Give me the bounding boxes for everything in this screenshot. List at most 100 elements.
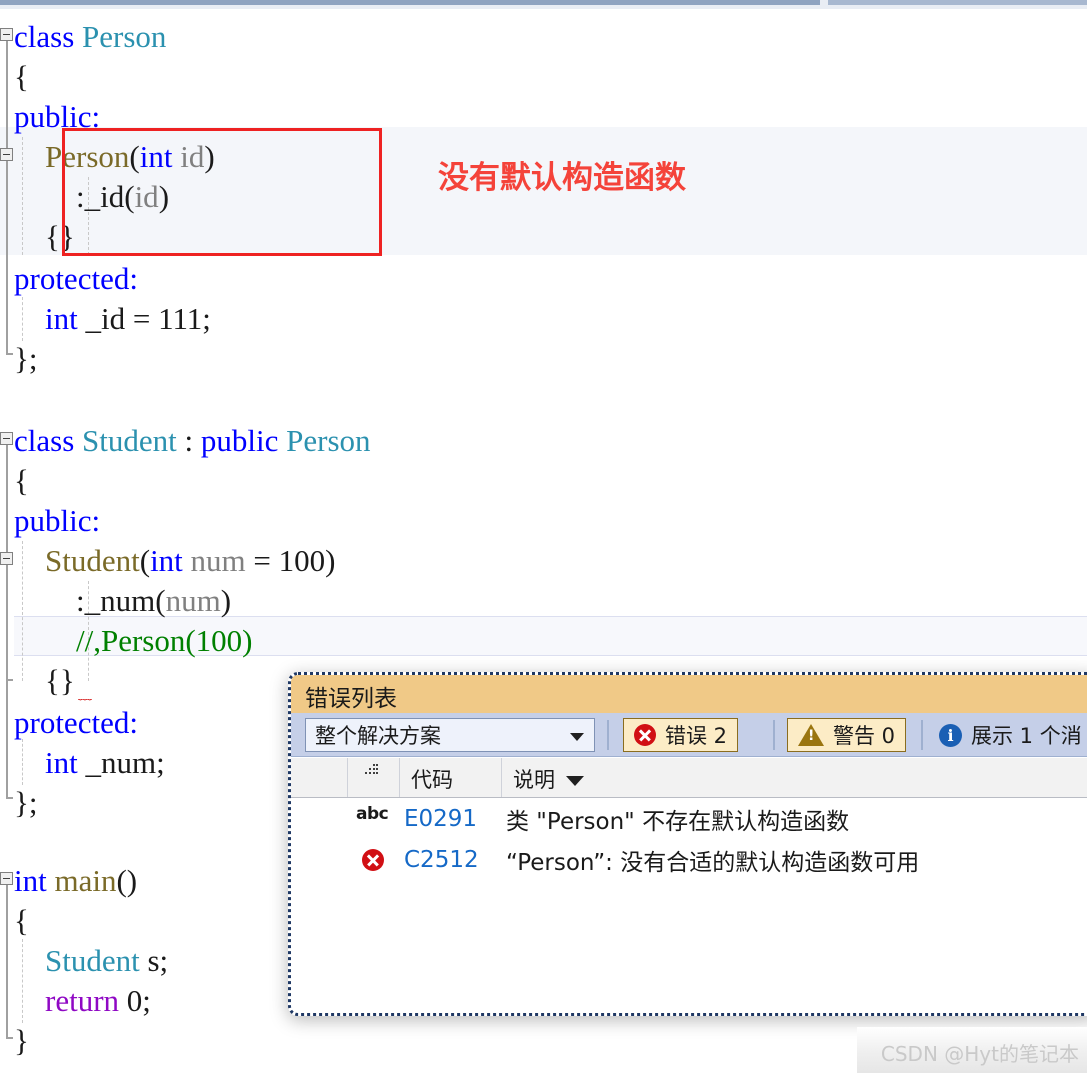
column-divider[interactable] [501, 758, 502, 797]
abc-squiggle-icon: abc﹋﹋ [356, 804, 390, 831]
code-token: ( [139, 543, 151, 578]
error-circle-icon [362, 848, 384, 871]
toolbar-separator [607, 720, 609, 750]
scope-filter-value: 整个解决方案 [315, 724, 441, 748]
code-token: Student [82, 423, 177, 458]
code-line[interactable]: :_num(num) [14, 581, 231, 621]
error-squiggle: ﹋﹋﹋ [78, 699, 108, 705]
code-token: ) [220, 583, 232, 618]
code-token: ; [142, 983, 151, 1018]
scrollbar-thumb-left[interactable] [0, 0, 820, 5]
code-token: //,Person(100) [14, 623, 253, 658]
code-token: int [150, 543, 183, 578]
code-token: int [45, 301, 78, 336]
code-line[interactable]: class Person [14, 17, 166, 57]
code-token: : [176, 423, 201, 458]
filter-messages-button[interactable]: 展示 1 个消 [933, 718, 1087, 752]
code-line[interactable]: { [14, 461, 29, 501]
fold-toggle-person-ctor[interactable] [0, 148, 13, 161]
fold-rail-main [6, 885, 8, 1037]
error-list-rows[interactable]: abc﹋﹋ E0291 类 "Person" 不存在默认构造函数 C2512 “Pers… [291, 798, 1087, 880]
fold-rail-end-student [6, 797, 13, 799]
fold-toggle-class-student[interactable] [0, 432, 13, 445]
sort-desc-icon[interactable] [566, 776, 584, 786]
fold-toggle-main[interactable] [0, 872, 13, 885]
filter-errors-label: 错误 2 [665, 724, 728, 748]
code-line[interactable]: {} [14, 661, 75, 701]
code-line[interactable]: { [14, 57, 29, 97]
error-list-toolbar[interactable]: 整个解决方案 错误 2 警告 0 展示 1 个消 [291, 713, 1087, 757]
filter-warnings-button[interactable]: 警告 0 [787, 718, 907, 752]
column-header-description[interactable]: 说明 [513, 764, 555, 794]
severity-cell [353, 848, 393, 871]
annotation-text: 没有默认构造函数 [438, 160, 686, 196]
code-token: :_num( [14, 583, 166, 618]
fold-rail-end-student-ctor [6, 679, 13, 681]
code-line[interactable]: }; [14, 339, 38, 379]
code-token: { [14, 463, 29, 498]
code-line[interactable]: Student s; [14, 941, 168, 981]
fold-toggle-class-person[interactable] [0, 28, 13, 41]
code-line[interactable]: } [14, 1021, 29, 1061]
code-line[interactable]: int _id = 111; [14, 299, 211, 339]
error-code-link[interactable]: C2512 [404, 847, 479, 873]
error-list-titlebar: 错误列表 [291, 675, 1087, 713]
code-line[interactable]: int main() [14, 861, 137, 901]
code-token: 100 [278, 543, 326, 578]
code-token: { [14, 59, 29, 94]
fold-rail-end-person [6, 353, 13, 355]
column-grip-icon [363, 764, 379, 778]
code-token: } [14, 1023, 29, 1058]
error-list-panel[interactable]: 错误列表 整个解决方案 错误 2 警告 0 展示 1 个消 [288, 672, 1087, 1016]
scrollbar-thumb-right[interactable] [828, 0, 1087, 5]
code-line[interactable]: Student(int num = 100) [14, 541, 335, 581]
watermark-text: CSDN @Hyt的笔记本 [880, 1042, 1079, 1066]
code-token: s; [139, 943, 169, 978]
filter-errors-button[interactable]: 错误 2 [623, 718, 739, 752]
code-line[interactable]: class Student : public Person [14, 421, 371, 461]
code-line[interactable]: { [14, 901, 29, 941]
code-token: num [165, 583, 221, 618]
fold-rail-student-ctor [6, 565, 8, 679]
code-line[interactable]: return 0; [14, 981, 151, 1021]
code-token: ; [202, 301, 211, 336]
error-description: 类 "Person" 不存在默认构造函数 [506, 808, 850, 835]
code-token: {} [14, 663, 75, 698]
error-list-row[interactable]: abc﹋﹋ E0291 类 "Person" 不存在默认构造函数 [291, 798, 1087, 839]
code-token: num [190, 543, 246, 578]
error-list-column-header[interactable]: 代码 说明 [291, 758, 1087, 798]
code-token: _id = [77, 301, 159, 336]
code-line[interactable]: protected: [14, 703, 138, 743]
code-token: int [14, 863, 47, 898]
error-code-link[interactable]: E0291 [404, 806, 477, 832]
error-list-row[interactable]: C2512 “Person”: 没有合适的默认构造函数可用 [291, 839, 1087, 880]
severity-cell: abc﹋﹋ [353, 804, 393, 831]
code-line[interactable]: }; [14, 783, 38, 823]
column-divider[interactable] [399, 758, 400, 797]
filter-messages-label: 展示 1 个消 [971, 724, 1082, 748]
annotation-rectangle [62, 128, 382, 256]
warning-triangle-icon [798, 724, 824, 746]
code-line[interactable]: protected: [14, 259, 138, 299]
code-line[interactable]: int _num; [14, 743, 165, 783]
fold-toggle-student-ctor[interactable] [0, 552, 13, 565]
code-line[interactable]: //,Person(100) [14, 621, 253, 661]
error-list-title: 错误列表 [305, 686, 397, 712]
code-token: Person [82, 19, 167, 54]
fold-rail-class-person [6, 41, 8, 353]
code-token: Student [45, 543, 140, 578]
code-line[interactable]: public: [14, 501, 100, 541]
column-divider[interactable] [347, 758, 348, 797]
column-header-code[interactable]: 代码 [411, 764, 453, 794]
code-token: class [14, 423, 83, 458]
code-token: Person [286, 423, 371, 458]
toolbar-separator [921, 720, 923, 750]
scope-filter-dropdown[interactable]: 整个解决方案 [305, 718, 595, 752]
